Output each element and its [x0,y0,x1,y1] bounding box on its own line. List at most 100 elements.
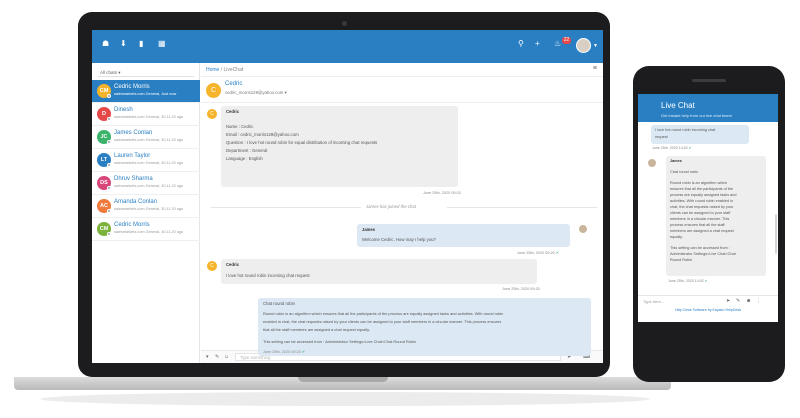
message-line: Language : English [226,156,263,161]
presence-dot [107,140,111,144]
paperclip-icon[interactable]: ✎ [736,298,740,304]
presence-dot [107,163,111,167]
chat-filter-label: All chats [100,70,118,75]
conversation-meta: salesmarkets.com General, Just now [114,92,177,96]
agent-message: James Chat round robin Round robin is an… [666,156,766,276]
search-icon[interactable]: ⚲ [518,39,524,49]
conversation-item[interactable]: AC Amanda Conlan salesmarkets.com Genera… [92,195,200,218]
conversation-item[interactable]: JC James Conlan salesmarkets.com General… [92,126,200,149]
agent-avatar [578,224,588,234]
presence-dot [107,232,111,236]
conversation-name: Dhruv Sharma [114,176,153,182]
emoji-icon[interactable]: ☺ [224,354,229,360]
chevron-down-icon[interactable]: ▼ [593,43,598,49]
message-line: Department : General [226,148,268,153]
message-time-text: June 25th, 2020 09:20 [517,251,555,255]
bell-icon[interactable]: ♨ [554,39,561,49]
conversation-item[interactable]: CM Cedric Morris salesmarkets.com Genera… [92,80,200,103]
plus-icon[interactable]: + [535,39,540,49]
home-icon[interactable]: ☗ [102,39,109,49]
conversation-name: Cedric Morris [114,222,150,228]
emoji-icon[interactable]: ☻ [746,298,751,304]
conversation-meta: salesmarkets.com General, 30.11.20 ago [114,138,184,142]
message-line: chat, the chat requests raised by your [670,205,734,209]
top-bar: ☗ ⬇ ▮ ▦ ⚲ + ♨ 22 ▼ [92,30,603,63]
breadcrumb-home[interactable]: Home [206,67,219,73]
visitor-message: Cedric Name : Cedric Email : cedric_morr… [221,106,458,187]
livechat-header: Live Chat Get instant help from our live… [638,94,778,122]
conversation-meta: salesmarkets.com General, 30.11.20 ago [114,161,184,165]
presence-dot [107,94,111,98]
message-line: members in a circular manner. This [670,217,730,221]
conversation-meta: salesmarkets.com General, 30.11.20 ago [114,115,184,119]
chevron-down-icon[interactable]: ▾ [285,90,287,95]
message-line: process ensures that all the staff [670,223,725,227]
divider [447,207,597,208]
message-line: Round robin is an algorithm which ensure… [263,311,504,316]
conversation-name: Dinesh [114,107,133,113]
visitor-message: I love hot round robin incoming chat req… [651,125,749,144]
attach-icon[interactable]: ▾ [206,354,209,360]
message-line: activities. With round robin enabled in [670,199,734,203]
send-icon[interactable]: ➤ [726,298,730,304]
chat-filter-select[interactable]: All chats ▾ [98,68,194,77]
livechat-subtitle: Get instant help from our live chat team… [661,113,732,118]
paperclip-icon[interactable]: ✎ [215,354,219,360]
conversation-item[interactable]: DS Dhruv Sharma salesmarkets.com General… [92,172,200,195]
message-line: Email : cedric_morris129@yahoo.com [226,132,299,137]
agent-avatar [647,158,657,168]
laptop-shadow [40,392,650,406]
message-line: Round robin is an algorithm which [670,181,728,185]
read-check-icon: ✔ [688,146,692,150]
message-line: clients can be assigned to your staff [670,211,731,215]
laptop-screen: ☗ ⬇ ▮ ▦ ⚲ + ♨ 22 ▼ All chats ▾ CM Cedric… [92,30,603,363]
phone-screen: Live Chat Get instant help from our live… [638,94,778,322]
more-icon[interactable]: ⋮ [756,298,761,304]
conversation-item[interactable]: LT Lauren Taylor salesmarkets.com Genera… [92,149,200,172]
contact-name[interactable]: Cedric [225,81,242,87]
message-time: June 25th, 2020 09:20 [502,287,540,291]
message-text: I love hot round robin incoming chat req… [226,273,310,278]
message-line: Chat round robin [263,301,296,306]
conversation-item[interactable]: CM Cedric Morris salesmarkets.com Genera… [92,218,200,241]
message-time-text: June 25th, 2020 14:52 [652,146,688,150]
conversation-meta: salesmarkets.com General, 30.11.20 ago [114,184,184,188]
contact-email-text: cedric_morris129@yahoo.com [225,90,284,95]
contact-email: cedric_morris129@yahoo.com ▾ [225,90,287,96]
powered-by-link[interactable]: Help Desk Software by Kayako HelpDesk [638,308,778,312]
laptop-notch [298,377,388,382]
conversation-name: Lauren Taylor [114,153,151,159]
grid-icon[interactable]: ▦ [158,39,166,49]
conversation-sidebar: All chats ▾ CM Cedric Morris salesmarket… [92,63,200,363]
chat-icon[interactable]: ▮ [139,39,143,49]
message-sender: Cedric [226,109,240,114]
menu-icon[interactable]: ≡ [593,65,597,72]
scrollbar[interactable] [775,214,777,254]
phone-speaker [692,79,726,82]
message-line: Name : Cedric [226,124,254,129]
conversation-item[interactable]: D Dinesh salesmarkets.com General, 30.11… [92,103,200,126]
user-avatar[interactable] [576,38,591,53]
phone-composer[interactable]: Type here... ➤ ✎ ☻ ⋮ [638,295,778,306]
system-notice: James has joined the chat [366,204,416,209]
divider [201,102,603,103]
message-line: ensures that all the participants of the [670,187,734,191]
message-sender: James [362,227,376,232]
download-icon[interactable]: ⬇ [120,39,127,49]
message-time: June 25th, 2020 14:52 ✔ [652,146,692,150]
breadcrumb-current: LiveChat [223,67,244,73]
message-line: that all the staff members are assigned … [263,327,370,332]
message-text: Welcome Cedric, How may I help you? [362,237,436,242]
message-input-placeholder[interactable]: Type here... [643,299,664,304]
divider [211,207,361,208]
conversation-meta: salesmarkets.com General, 30.11.20 ago [114,230,184,234]
message-sender: James [670,159,682,163]
breadcrumb: Home / LiveChat [206,67,243,73]
message-line: process are equally assigned tasks and [670,193,737,197]
conversation-meta: salesmarkets.com General, 30.11.20 ago [114,207,184,211]
message-time: June 25th, 2020 14:52 ✔ [668,279,708,283]
message-line: This setting can be accessed from : [670,246,730,250]
message-line: equally. [670,235,683,239]
laptop-camera [342,21,347,26]
message-line: members are assigned a chat request [670,229,734,233]
